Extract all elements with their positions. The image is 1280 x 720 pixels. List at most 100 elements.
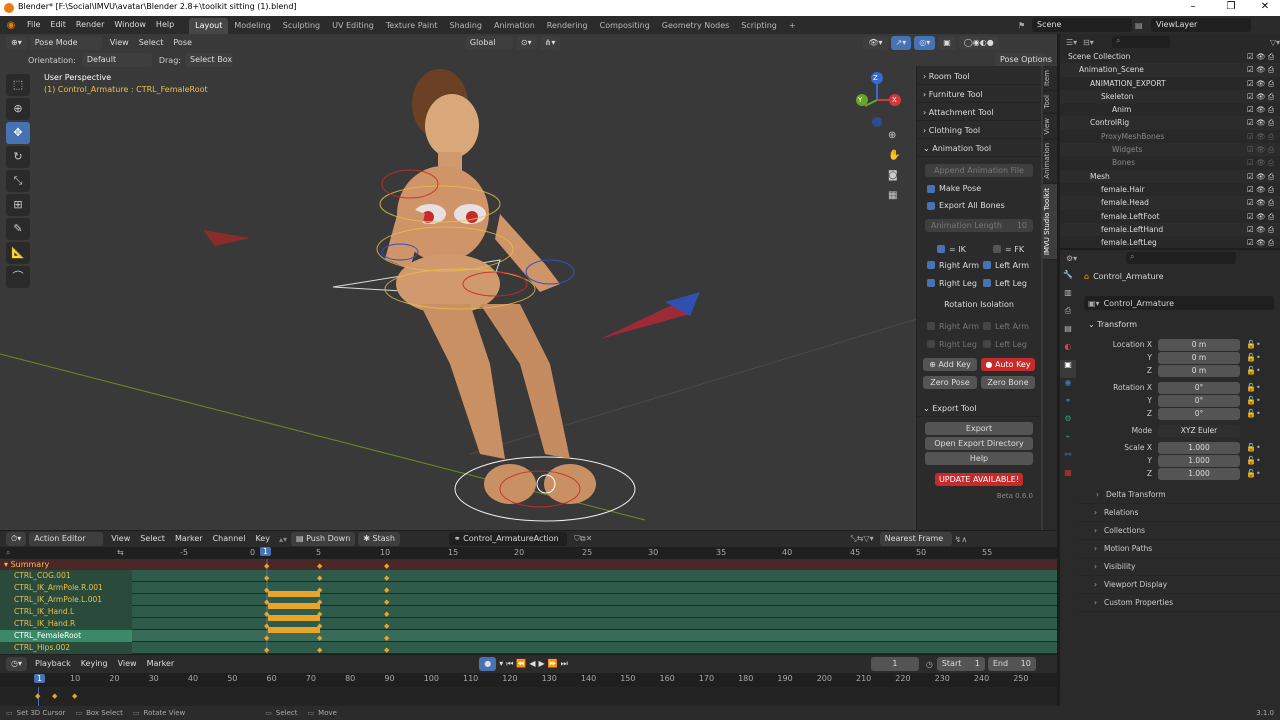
iso-right-leg-checkbox[interactable]: Right Leg bbox=[927, 337, 983, 352]
tab-geometry-nodes[interactable]: Geometry Nodes bbox=[656, 18, 735, 34]
mode-selector[interactable]: Pose Mode bbox=[29, 36, 102, 50]
lock-icon[interactable]: 🔓• bbox=[1246, 353, 1261, 362]
3d-viewport[interactable]: Z X Y ⊕▾ Pose Mode View Select Pose Glob… bbox=[0, 34, 1057, 530]
visibility-toggle-icon[interactable]: ☑ 👁 ⎙ bbox=[1247, 130, 1274, 143]
lock-icon[interactable]: 🔓• bbox=[1246, 469, 1261, 478]
end-frame-field[interactable]: End 10 bbox=[987, 657, 1036, 671]
right-leg-checkbox[interactable]: Right Leg bbox=[927, 276, 983, 291]
output-props-icon[interactable]: ⎙ bbox=[1060, 306, 1076, 324]
keyframe-diamond[interactable]: ◆ bbox=[384, 610, 389, 618]
physics-props-icon[interactable]: ◉ bbox=[1060, 378, 1076, 396]
drag-selector[interactable]: Select Box bbox=[184, 53, 233, 67]
ae-menu-marker[interactable]: Marker bbox=[170, 530, 208, 548]
pivot-icon[interactable]: ⊙▾ bbox=[515, 36, 537, 50]
gizmo-toggle-icon[interactable]: ↗▾ bbox=[890, 36, 912, 50]
keyframe-diamond[interactable]: ◆ bbox=[317, 574, 322, 582]
proportional-icon[interactable]: ↯∧ bbox=[955, 535, 968, 544]
camera-icon[interactable]: ◙ bbox=[888, 170, 904, 190]
export-button[interactable]: Export bbox=[925, 422, 1033, 435]
collections-section[interactable]: Collections bbox=[1076, 522, 1280, 540]
visibility-toggle-icon[interactable]: ☑ 👁 ⎙ bbox=[1247, 183, 1274, 196]
tl-menu-marker[interactable]: Marker bbox=[142, 655, 180, 673]
outliner-row[interactable]: female.Head ☑ 👁 ⎙ bbox=[1060, 196, 1280, 210]
keyframe-marker[interactable]: ◆ bbox=[35, 692, 40, 700]
export-tool-section[interactable]: ⌄ Export Tool bbox=[917, 401, 1041, 417]
tool-props-icon[interactable]: 🔧 bbox=[1060, 270, 1076, 288]
pose-options-button[interactable]: Pose Options bbox=[995, 53, 1052, 67]
properties-editor-icon[interactable]: ⚙▾ bbox=[1066, 254, 1090, 263]
ae-menu-select[interactable]: Select bbox=[135, 530, 170, 548]
lock-icon[interactable]: 🔓• bbox=[1246, 456, 1261, 465]
armature-props-icon[interactable]: ⚙ bbox=[1060, 414, 1076, 432]
pose-tool-icon[interactable]: ⌒ bbox=[6, 266, 30, 288]
tl-menu-keying[interactable]: Keying bbox=[76, 655, 113, 673]
location-z-field[interactable]: 0 m bbox=[1158, 364, 1240, 377]
visibility-toggle-icon[interactable]: ☑ 👁 ⎙ bbox=[1247, 196, 1274, 209]
snap-icon[interactable]: ⋔▾ bbox=[539, 36, 561, 50]
visibility-toggle-icon[interactable]: ☑ 👁 ⎙ bbox=[1247, 103, 1274, 116]
keyframe-diamond[interactable]: ◆ bbox=[384, 574, 389, 582]
iso-left-leg-checkbox[interactable]: Left Leg bbox=[983, 337, 1027, 352]
visibility-toggle-icon[interactable]: ☑ 👁 ⎙ bbox=[1247, 143, 1274, 156]
tab-imvu-toolkit[interactable]: IMVU Studio Toolkit bbox=[1043, 183, 1057, 260]
snap-selector[interactable]: Nearest Frame bbox=[879, 532, 952, 546]
visibility-toggle-icon[interactable]: ☑ 👁 ⎙ bbox=[1247, 116, 1274, 129]
tab-modeling[interactable]: Modeling bbox=[228, 18, 276, 34]
room-tool-section[interactable]: › Room Tool bbox=[917, 69, 1041, 85]
cursor-tool-icon[interactable]: ⊕ bbox=[6, 98, 30, 120]
xray-icon[interactable]: ▣ bbox=[938, 36, 956, 50]
shading-modes-icon[interactable]: ◯◉◐● bbox=[958, 36, 999, 50]
fk-checkbox[interactable] bbox=[993, 245, 1001, 253]
playback-controls-icon[interactable]: ▾⏮⏪◀▶⏩⏭ bbox=[499, 659, 571, 669]
zero-bone-button[interactable]: Zero Bone bbox=[981, 376, 1035, 389]
relations-section[interactable]: Relations bbox=[1076, 504, 1280, 522]
select-box-tool-icon[interactable]: ⬚ bbox=[6, 74, 30, 96]
auto-key-button[interactable]: ● Auto Key bbox=[981, 358, 1035, 371]
pan-hand-icon[interactable]: ✋ bbox=[888, 150, 904, 170]
visibility-icon[interactable]: 👁▾ bbox=[863, 36, 888, 50]
viewport-menu-pose[interactable]: Pose bbox=[168, 34, 197, 52]
outliner-row[interactable]: Skeleton ☑ 👁 ⎙ bbox=[1060, 89, 1280, 104]
keyframe-diamond[interactable]: ◆ bbox=[264, 610, 269, 618]
menu-edit[interactable]: Edit bbox=[45, 16, 71, 34]
blender-menu-icon[interactable]: ◉ bbox=[0, 20, 22, 31]
display-mode-icon[interactable]: ⊟▾ bbox=[1083, 38, 1100, 47]
minimize-button[interactable]: – bbox=[1180, 1, 1206, 12]
tab-tool[interactable]: Tool bbox=[1043, 90, 1057, 114]
furniture-tool-section[interactable]: › Furniture Tool bbox=[917, 87, 1041, 103]
annotate-tool-icon[interactable]: ✎ bbox=[6, 218, 30, 240]
move-tool-icon[interactable]: ✥ bbox=[6, 122, 30, 144]
ik-checkbox[interactable] bbox=[937, 245, 945, 253]
texture-props-icon[interactable]: ▦ bbox=[1060, 468, 1076, 486]
overlay-toggle-icon[interactable]: ◎▾ bbox=[914, 36, 936, 50]
export-all-bones-checkbox[interactable]: Export All Bones bbox=[917, 198, 1041, 213]
keyframe-diamond[interactable]: ◆ bbox=[264, 622, 269, 630]
animation-tool-section[interactable]: ⌄ Animation Tool bbox=[917, 141, 1041, 157]
zero-pose-button[interactable]: Zero Pose bbox=[923, 376, 977, 389]
rotation-z-field[interactable]: 0° bbox=[1158, 407, 1240, 420]
timeline-track[interactable]: ◆ ◆ ◆ bbox=[0, 687, 1057, 706]
push-down-button[interactable]: ▤ Push Down bbox=[290, 532, 356, 546]
editor-type-button[interactable]: ⊕▾ bbox=[6, 36, 27, 50]
keyframe-diamond[interactable]: ◆ bbox=[264, 562, 269, 570]
visibility-toggle-icon[interactable]: ☑ 👁 ⎙ bbox=[1247, 63, 1274, 76]
animation-length-field[interactable]: Animation Length 10 bbox=[925, 219, 1033, 232]
tab-sculpting[interactable]: Sculpting bbox=[277, 18, 326, 34]
visibility-toggle-icon[interactable]: ☑ 👁 ⎙ bbox=[1247, 50, 1274, 63]
keyframe-diamond[interactable]: ◆ bbox=[384, 562, 389, 570]
orientation-selector[interactable]: Default bbox=[81, 53, 152, 67]
keyframe-diamond[interactable]: ◆ bbox=[264, 574, 269, 582]
keyframe-diamond[interactable]: ◆ bbox=[384, 646, 389, 654]
lock-icon[interactable]: 🔓• bbox=[1246, 443, 1261, 452]
transform-tool-icon[interactable]: ⊞ bbox=[6, 194, 30, 216]
object-datablock-field[interactable]: ▣▾ Control_Armature bbox=[1084, 296, 1274, 310]
add-key-button[interactable]: ⊕ Add Key bbox=[923, 358, 977, 371]
open-export-dir-button[interactable]: Open Export Directory bbox=[925, 437, 1033, 450]
tab-compositing[interactable]: Compositing bbox=[594, 18, 656, 34]
help-button[interactable]: Help bbox=[925, 452, 1033, 465]
outliner-row[interactable]: female.LeftLeg ☑ 👁 ⎙ bbox=[1060, 236, 1280, 249]
visibility-section[interactable]: Visibility bbox=[1076, 558, 1280, 576]
ortho-grid-icon[interactable]: ▦ bbox=[888, 190, 904, 210]
transform-section[interactable]: ⌄ Transform bbox=[1088, 320, 1137, 329]
tl-menu-view[interactable]: View bbox=[113, 655, 142, 673]
